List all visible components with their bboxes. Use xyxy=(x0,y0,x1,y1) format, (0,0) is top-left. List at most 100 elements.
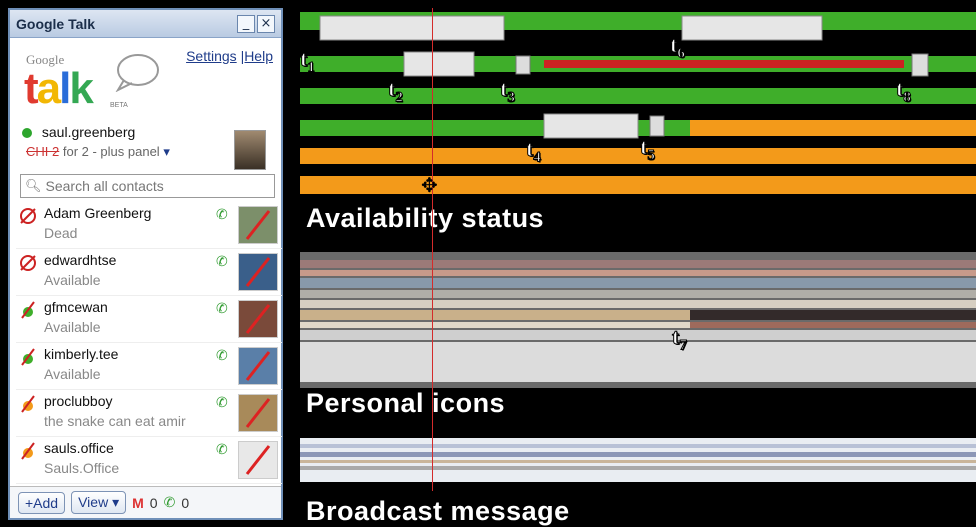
offline-segment xyxy=(681,15,823,41)
phone-icon[interactable]: ✆ xyxy=(164,494,176,511)
logo-beta: BETA xyxy=(110,102,128,109)
google-talk-window: Google Talk _ × Google talk BETA Setting… xyxy=(8,8,283,520)
my-profile: saul.greenberg CHI 2 for 2 - plus panel … xyxy=(22,124,272,172)
presence-icon xyxy=(21,395,35,413)
contact-status: Dead xyxy=(44,225,78,241)
icon-stripe xyxy=(300,300,976,308)
contact-row[interactable]: edwardhtse Available ✆ xyxy=(16,249,282,296)
status-strike-text: CHI 2 xyxy=(26,144,60,159)
icon-stripe xyxy=(300,310,690,320)
broadcast-rows xyxy=(300,438,976,482)
disabled-slash-icon xyxy=(245,351,271,381)
availability-bar xyxy=(300,148,976,164)
offline-segment xyxy=(543,113,639,139)
call-icon[interactable]: ✆ xyxy=(216,206,228,223)
call-icon[interactable]: ✆ xyxy=(216,441,228,458)
contact-row[interactable]: kimberly.tee Available ✆ xyxy=(16,343,282,390)
offline-segment xyxy=(649,115,665,137)
personal-icon-rows xyxy=(300,252,976,388)
logo-letter-a: a xyxy=(36,64,62,113)
contact-avatar xyxy=(238,347,278,385)
availability-bar xyxy=(300,176,976,194)
add-contact-button[interactable]: +Add xyxy=(18,491,66,514)
busy-segment xyxy=(544,60,904,68)
view-menu-button[interactable]: View ▾ xyxy=(71,491,127,514)
contact-status: Available xyxy=(44,319,101,335)
window-title: Google Talk xyxy=(16,15,96,32)
offline-segment xyxy=(515,55,531,75)
contact-avatar xyxy=(238,206,278,244)
contact-name: sauls.office xyxy=(44,440,114,456)
presence-icon xyxy=(21,442,35,460)
broadcast-label: Broadcast message xyxy=(306,496,570,526)
bottom-toolbar: +Add View ▾ M 0 ✆ 0 xyxy=(10,486,281,518)
my-avatar[interactable] xyxy=(234,130,266,170)
time-marker: t5 xyxy=(640,133,656,164)
disabled-slash-icon xyxy=(245,257,271,287)
logo-talk-text: talk xyxy=(24,64,94,114)
personal-icons-label: Personal icons xyxy=(306,388,506,418)
time-marker: t3 xyxy=(500,75,516,106)
icon-stripe xyxy=(300,278,976,288)
logo-letter-k: k xyxy=(69,64,94,113)
search-input[interactable]: 🔍︎ Search all contacts xyxy=(20,174,275,198)
contact-row[interactable]: sauls.office Sauls.Office ✆ xyxy=(16,437,282,484)
disabled-slash-icon xyxy=(245,445,271,475)
icon-stripe xyxy=(300,290,976,298)
offline-segment xyxy=(911,53,929,77)
time-marker: t6 xyxy=(670,31,686,62)
search-placeholder: Search all contacts xyxy=(45,178,164,194)
icon-stripe xyxy=(300,260,976,268)
contact-avatar xyxy=(238,300,278,338)
settings-link[interactable]: Settings xyxy=(186,48,237,64)
icon-stripe xyxy=(300,270,976,276)
presence-icon xyxy=(20,208,36,224)
call-icon[interactable]: ✆ xyxy=(216,394,228,411)
call-icon[interactable]: ✆ xyxy=(216,347,228,364)
time-marker: t1 xyxy=(300,45,316,76)
presence-icon xyxy=(21,301,35,319)
contact-list: Adam Greenberg Dead ✆ edwardhtse Available ✆ g… xyxy=(16,202,282,484)
search-icon: 🔍︎ xyxy=(25,178,42,194)
time-marker: t2 xyxy=(388,75,404,106)
minimize-button[interactable]: _ xyxy=(237,14,255,33)
icon-stripe xyxy=(690,310,976,320)
contact-status: the snake can eat amir xyxy=(44,413,186,429)
availability-label: Availability status xyxy=(306,203,545,233)
history-visualization: Availability status Personal icons Broad… xyxy=(300,8,976,526)
speech-bubble-icon xyxy=(115,54,159,92)
call-icon[interactable]: ✆ xyxy=(216,253,228,270)
logo-letter-t: t xyxy=(24,64,39,113)
help-link[interactable]: |Help xyxy=(241,48,273,64)
google-talk-logo: Google talk BETA xyxy=(24,48,164,118)
online-status-icon xyxy=(22,128,32,139)
mail-icon[interactable]: M xyxy=(132,495,144,511)
phone-count: 0 xyxy=(181,494,190,511)
contact-row[interactable]: proclubboy the snake can eat amir ✆ xyxy=(16,390,282,437)
call-icon[interactable]: ✆ xyxy=(216,300,228,317)
broadcast-stripe xyxy=(300,460,976,463)
presence-icon xyxy=(20,255,36,271)
contact-name: kimberly.tee xyxy=(44,346,119,362)
contact-status: Available xyxy=(44,366,101,382)
contact-name: gfmcewan xyxy=(44,299,108,315)
mail-count: 0 xyxy=(149,494,158,511)
close-button[interactable]: × xyxy=(257,14,275,33)
contact-row[interactable]: gfmcewan Available ✆ xyxy=(16,296,282,343)
contact-row[interactable]: Adam Greenberg Dead ✆ xyxy=(16,202,282,249)
broadcast-stripe xyxy=(300,466,976,470)
contact-name: Adam Greenberg xyxy=(44,205,152,221)
contact-name: edwardhtse xyxy=(44,252,117,268)
time-cursor-line[interactable] xyxy=(432,8,433,491)
status-text: for 2 - plus panel xyxy=(62,144,160,159)
icon-stripe xyxy=(300,342,976,382)
move-cursor-icon[interactable]: ✥ xyxy=(421,173,443,197)
time-marker: t8 xyxy=(896,75,912,106)
contact-status: Sauls.Office xyxy=(44,460,120,476)
away-segment xyxy=(690,120,976,136)
status-dropdown-icon[interactable]: ▾ xyxy=(163,144,170,159)
time-marker: t7 xyxy=(672,323,688,354)
header-links: Settings |Help xyxy=(186,48,273,64)
my-username: saul.greenberg xyxy=(41,124,136,140)
logo-letter-l: l xyxy=(59,64,71,113)
